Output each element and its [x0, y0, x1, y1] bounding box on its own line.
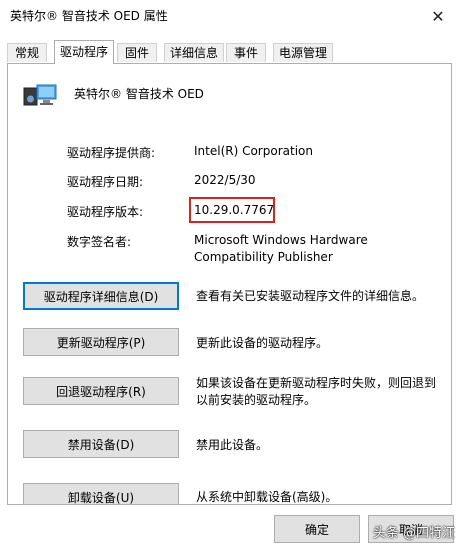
roll-back-driver-button[interactable]: 回退驱动程序(R): [23, 377, 179, 405]
driver-details-button[interactable]: 驱动程序详细信息(D): [23, 282, 179, 310]
tab-general[interactable]: 常规: [7, 43, 47, 62]
version-label: 驱动程序版本:: [67, 205, 144, 219]
tab-power-management[interactable]: 电源管理: [273, 43, 333, 62]
signer-label: 数字签名者:: [67, 235, 132, 249]
speaker-device-icon: [23, 84, 57, 106]
provider-value: Intel(R) Corporation: [194, 144, 313, 158]
watermark: 头条 @四特汪: [372, 526, 455, 541]
signer-value-line1: Microsoft Windows Hardware: [194, 233, 368, 247]
signer-value-line2: Compatibility Publisher: [194, 250, 333, 264]
close-icon: ✕: [431, 6, 445, 26]
close-button[interactable]: ✕: [415, 0, 461, 32]
roll-back-driver-description: 如果该设备在更新驱动程序时失败，则回退到以前安装的驱动程序。: [196, 376, 437, 407]
update-driver-description: 更新此设备的驱动程序。: [196, 336, 329, 350]
driver-panel: 英特尔® 智音技术 OED 驱动程序提供商: Intel(R) Corporat…: [7, 63, 452, 505]
uninstall-device-button[interactable]: 卸载设备(U): [23, 483, 179, 504]
ok-button[interactable]: 确定: [274, 515, 360, 543]
uninstall-device-description: 从系统中卸载设备(高级)。: [196, 490, 338, 504]
driver-details-description: 查看有关已安装驱动程序文件的详细信息。: [196, 289, 425, 303]
date-value: 2022/5/30: [194, 173, 256, 187]
provider-label: 驱动程序提供商:: [67, 146, 156, 160]
window-title: 英特尔® 智音技术 OED 属性: [10, 9, 168, 23]
tab-events[interactable]: 事件: [226, 43, 266, 62]
update-driver-button[interactable]: 更新驱动程序(P): [23, 328, 179, 356]
disable-device-button[interactable]: 禁用设备(D): [23, 430, 179, 458]
version-highlight-box: [189, 197, 275, 223]
device-name: 英特尔® 智音技术 OED: [74, 87, 204, 101]
date-label: 驱动程序日期:: [67, 175, 144, 189]
tab-driver[interactable]: 驱动程序: [54, 40, 114, 64]
tab-firmware[interactable]: 固件: [117, 43, 157, 62]
title-bar: 英特尔® 智音技术 OED 属性 ✕: [0, 0, 461, 32]
disable-device-description: 禁用此设备。: [196, 438, 269, 452]
tab-details[interactable]: 详细信息: [164, 43, 224, 62]
